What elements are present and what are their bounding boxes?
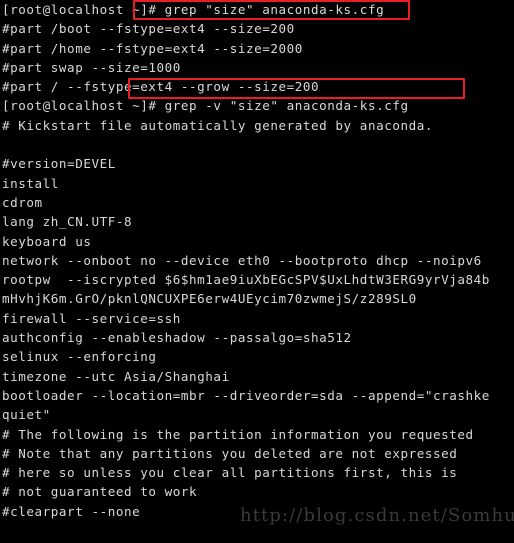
terminal-line: #version=DEVEL	[2, 156, 116, 172]
terminal-line: #part /boot --fstype=ext4 --size=200	[2, 21, 295, 37]
terminal-line: # not guaranteed to work	[2, 484, 198, 500]
terminal-line: rootpw --iscrypted $6$hm1ae9iuXbEGcSPV$U…	[2, 272, 490, 288]
terminal-output-area[interactable]: [root@localhost ~]# grep "size" anaconda…	[0, 0, 514, 543]
terminal-window[interactable]: [root@localhost ~]# grep "size" anaconda…	[0, 0, 514, 543]
terminal-line: firewall --service=ssh	[2, 310, 181, 326]
terminal-line: selinux --enforcing	[2, 349, 157, 365]
terminal-line: # The following is the partition informa…	[2, 426, 474, 442]
terminal-line: timezone --utc Asia/Shanghai	[2, 368, 230, 384]
terminal-line: # Kickstart file automatically generated…	[2, 117, 433, 133]
terminal-line: network --onboot no --device eth0 --boot…	[2, 252, 482, 268]
terminal-line: quiet"	[2, 407, 51, 423]
terminal-line: [root@localhost ~]# grep "size" anaconda…	[2, 2, 385, 17]
terminal-line: [root@localhost ~]# grep -v "size" anaco…	[2, 98, 409, 114]
terminal-line: #part / --fstype=ext4 --grow --size=200	[2, 79, 320, 95]
terminal-line: bootloader --location=mbr --driveorder=s…	[2, 387, 490, 403]
terminal-line: #part swap --size=1000	[2, 59, 181, 75]
terminal-line: mHvhjK6m.GrO/pknlQNCUXPE6erw4UEycim70zwm…	[2, 291, 417, 307]
terminal-line: lang zh_CN.UTF-8	[2, 214, 133, 230]
terminal-line: # Note that any partitions you deleted a…	[2, 445, 458, 461]
terminal-line: install	[2, 175, 59, 191]
watermark-text: http://blog.csdn.net/Somhu	[240, 505, 514, 526]
terminal-line: cdrom	[2, 194, 43, 210]
terminal-line: # here so unless you clear all partition…	[2, 465, 458, 481]
terminal-line: #part /home --fstype=ext4 --size=2000	[2, 40, 303, 56]
terminal-line: authconfig --enableshadow --passalgo=sha…	[2, 330, 352, 346]
terminal-line: keyboard us	[2, 233, 92, 249]
